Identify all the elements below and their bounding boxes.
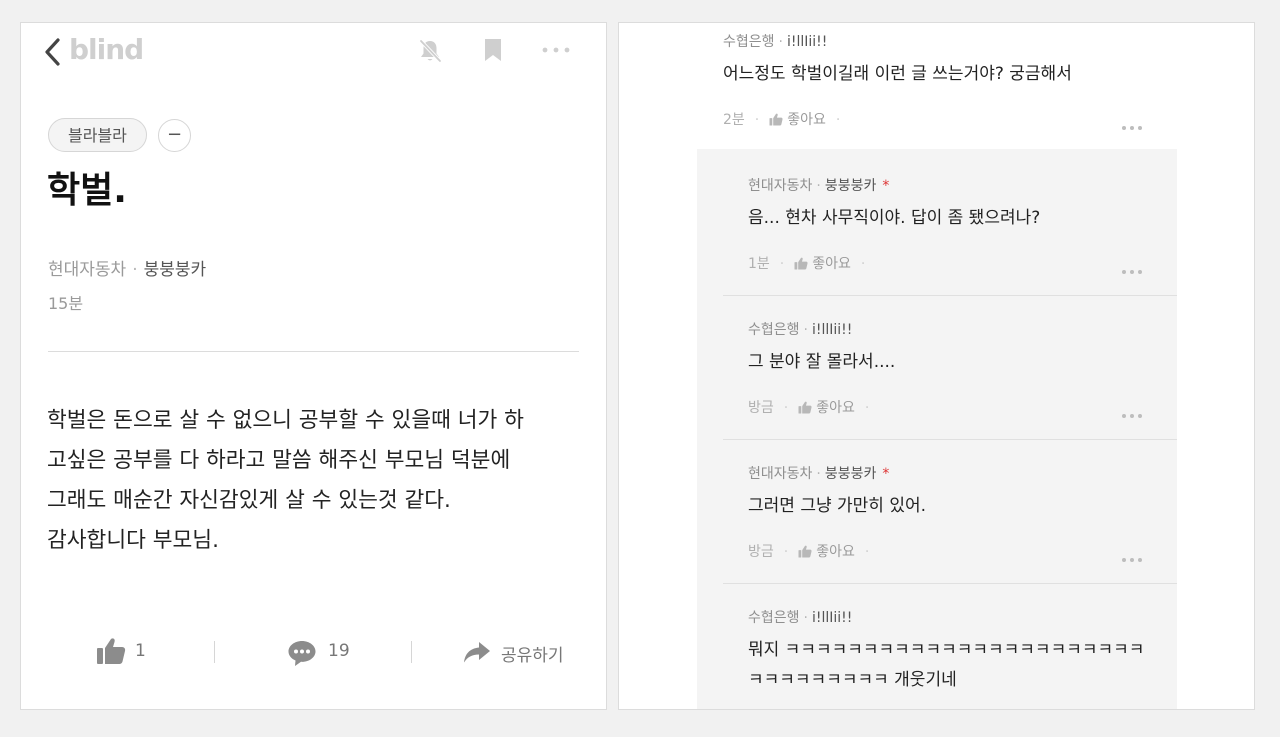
op-badge: * (882, 178, 890, 194)
post-actions: 1 19 공유하기 (21, 635, 606, 671)
author-company[interactable]: 현대자동차 (48, 260, 126, 280)
comment-text: 그 분야 잘 몰라서.... (748, 352, 896, 372)
comment-author: 수협은행 · i!llIii!! (748, 607, 852, 627)
comment-author: 수협은행 · i!llIii!! (723, 31, 827, 51)
comment-nickname[interactable]: 붕붕붕카 (825, 178, 877, 194)
post-body-line: 감사합니다 부모님. (47, 528, 219, 553)
comment-nickname[interactable]: 붕붕붕카 (825, 466, 877, 482)
comment-count: 19 (328, 641, 350, 661)
post-title: 학벌. (47, 170, 127, 211)
chevron-left-icon[interactable] (42, 37, 64, 67)
comments-panel: 수협은행 · i!llIii!! 어느정도 학벌이길래 이런 글 쓰는거야? 궁금해서… (618, 22, 1255, 710)
comment-nickname[interactable]: i!llIii!! (787, 34, 827, 50)
comment-time: 방금 (748, 544, 774, 560)
comment-footer: 방금 · 좋아요 · (748, 541, 879, 561)
author-separator: · (803, 610, 808, 626)
op-badge: * (882, 466, 890, 482)
post-body-line: 고싶은 공부를 다 하라고 말씀 해주신 부모님 덕분에 (47, 448, 511, 473)
comment-like-label: 좋아요 (812, 256, 851, 272)
post-body-line: 학벌은 돈으로 살 수 없으니 공부할 수 있을때 너가 하 (47, 408, 524, 433)
author-separator: · (778, 34, 783, 50)
comment-company[interactable]: 수협은행 (748, 322, 800, 338)
author-separator: · (132, 260, 138, 280)
comment-company[interactable]: 수협은행 (748, 610, 800, 626)
comment-company[interactable]: 수협은행 (723, 34, 775, 50)
comment-text: 음... 현차 사무직이야. 답이 좀 됐으려나? (748, 208, 1041, 228)
topic-collapse-button[interactable]: − (158, 119, 191, 152)
footer-separator: · (779, 256, 785, 272)
more-icon[interactable] (542, 47, 570, 53)
post-body-line: 그래도 매순간 자신감있게 살 수 있는것 같다. (47, 488, 451, 513)
footer-separator: · (754, 112, 760, 128)
comment-text: ㅋㅋㅋㅋㅋㅋㅋㅋㅋ 개웃기네 (748, 670, 957, 690)
more-icon[interactable] (1121, 404, 1143, 418)
footer-separator: · (864, 544, 870, 560)
comment-like-button[interactable]: 좋아요 (798, 544, 855, 560)
comment-like-label: 좋아요 (816, 400, 855, 416)
comment-footer: 방금 · 좋아요 · (748, 397, 879, 417)
comment-like-label: 좋아요 (787, 112, 826, 128)
post-author: 현대자동차 · 붕붕붕카 (48, 255, 206, 280)
comment-nickname[interactable]: i!llIii!! (812, 610, 852, 626)
comment-like-button[interactable]: 좋아요 (769, 112, 826, 128)
comment-time: 2분 (723, 112, 745, 128)
share-button[interactable]: 공유하기 (501, 641, 564, 666)
comment-footer: 1분 · 좋아요 · (748, 253, 875, 273)
share-icon[interactable] (463, 640, 491, 664)
comment-time: 1분 (748, 256, 770, 272)
more-icon[interactable] (1121, 260, 1143, 274)
thumbs-up-icon (798, 401, 812, 414)
comment-company[interactable]: 현대자동차 (748, 466, 812, 482)
comment-like-button[interactable]: 좋아요 (798, 400, 855, 416)
bookmark-icon[interactable] (483, 38, 503, 62)
post-body: 학벌은 돈으로 살 수 없으니 공부할 수 있을때 너가 하 고싶은 공부를 다… (47, 401, 587, 561)
bell-off-icon[interactable] (417, 38, 443, 64)
comment-author: 수협은행 · i!llIii!! (748, 319, 852, 339)
footer-separator: · (783, 400, 789, 416)
comment-company[interactable]: 현대자동차 (748, 178, 812, 194)
footer-separator: · (860, 256, 866, 272)
like-count: 1 (135, 641, 146, 661)
more-icon[interactable] (1121, 548, 1143, 562)
comment-author: 현대자동차 · 붕붕붕카 * (748, 463, 889, 483)
comment-divider (723, 295, 1177, 296)
divider (48, 351, 579, 352)
comment-text: 어느정도 학벌이길래 이런 글 쓰는거야? 궁금해서 (723, 64, 1072, 84)
comment-text: 뭐지 ㅋㅋㅋㅋㅋㅋㅋㅋㅋㅋㅋㅋㅋㅋㅋㅋㅋㅋㅋㅋㅋㅋㅋ (748, 640, 1145, 660)
thumbs-up-icon (769, 113, 783, 126)
more-icon[interactable] (1121, 116, 1143, 130)
comment-nickname[interactable]: i!llIii!! (812, 322, 852, 338)
top-bar: blind (21, 23, 606, 79)
comment-divider (723, 439, 1177, 440)
author-separator: · (816, 178, 821, 194)
footer-separator: · (864, 400, 870, 416)
comment-footer: 2분 · 좋아요 · (723, 109, 850, 129)
footer-separator: · (783, 544, 789, 560)
footer-separator: · (835, 112, 841, 128)
action-separator (411, 641, 412, 663)
comment-icon[interactable] (287, 639, 317, 667)
comment-divider (723, 583, 1177, 584)
comment-like-button[interactable]: 좋아요 (794, 256, 851, 272)
topic-chip[interactable]: 블라블라 (48, 118, 147, 152)
action-separator (214, 641, 215, 663)
comment-author: 현대자동차 · 붕붕붕카 * (748, 175, 889, 195)
post-time: 15분 (48, 294, 84, 313)
author-separator: · (803, 322, 808, 338)
author-separator: · (816, 466, 821, 482)
comment-text: 그러면 그냥 가만히 있어. (748, 496, 927, 516)
thumbs-up-icon (794, 257, 808, 270)
thumbs-up-icon (798, 545, 812, 558)
comment-like-label: 좋아요 (816, 544, 855, 560)
post-panel: blind 블라블라 − 학벌. 현대자동차 · 붕붕붕카 15분 학벌은 돈으로 … (20, 22, 607, 710)
blind-logo[interactable]: blind (69, 33, 144, 66)
comment-time: 방금 (748, 400, 774, 416)
thumbs-up-icon[interactable] (96, 637, 126, 665)
author-nickname[interactable]: 붕붕붕카 (144, 260, 207, 280)
